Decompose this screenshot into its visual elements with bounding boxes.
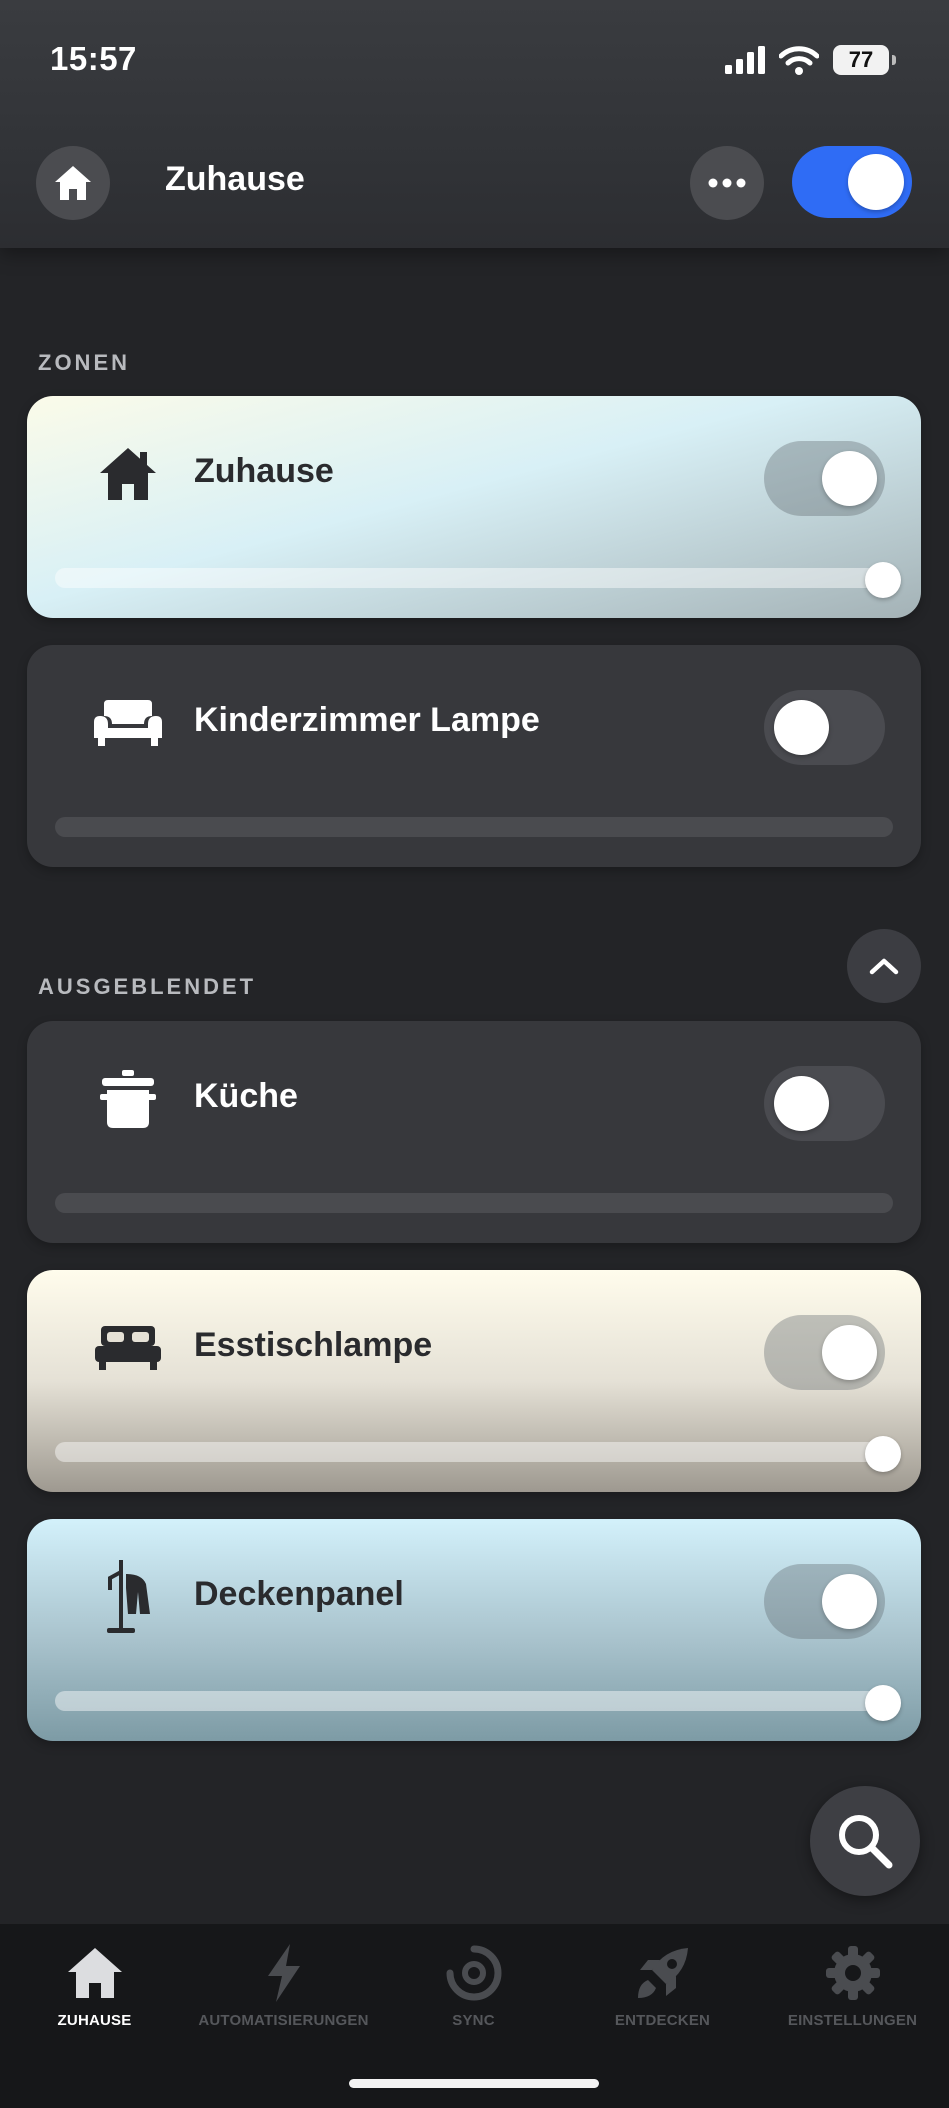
nav-label: ENTDECKEN [614, 2012, 711, 2029]
toggle-knob [822, 1574, 877, 1629]
card-name: Zuhause [194, 452, 334, 490]
header: 15:57 77 Zuhause [0, 0, 949, 248]
zone-card-zuhause[interactable]: Zuhause [27, 396, 921, 618]
chevron-up-icon [869, 958, 899, 975]
status-time: 15:57 [50, 40, 137, 77]
toggle-knob [774, 1076, 829, 1131]
brightness-slider[interactable] [55, 1442, 893, 1462]
brightness-slider[interactable] [55, 1193, 893, 1213]
master-toggle[interactable] [792, 146, 912, 218]
zone-card-kinderzimmer-lampe[interactable]: Kinderzimmer Lampe [27, 645, 921, 867]
search-icon [839, 1815, 893, 1869]
toggle-knob [848, 154, 904, 210]
nav-label: AUTOMATISIERUNGEN [198, 2012, 369, 2029]
home-indicator [349, 2079, 599, 2088]
gear-icon [825, 1946, 880, 2000]
cooking-pot-icon [100, 1070, 156, 1128]
brightness-slider-thumb[interactable] [865, 562, 901, 598]
toggle-knob [822, 451, 877, 506]
page-title: Zuhause [165, 160, 305, 198]
card-toggle[interactable] [764, 1564, 885, 1639]
home-icon [67, 1948, 122, 1998]
rocket-icon [637, 1948, 688, 1998]
lightning-icon [267, 1944, 300, 2002]
card-name: Küche [194, 1077, 298, 1115]
nav-item-einstellungen[interactable]: EINSTELLUNGEN [758, 1924, 947, 2054]
nav-item-entdecken[interactable]: ENTDECKEN [568, 1924, 757, 2054]
zone-card-esstischlampe[interactable]: Esstischlampe [27, 1270, 921, 1492]
card-toggle[interactable] [764, 441, 885, 516]
section-label-hidden: AUSGEBLENDET [38, 974, 257, 999]
collapse-section-button[interactable] [847, 929, 921, 1003]
nav-item-automatisierungen[interactable]: AUTOMATISIERUNGEN [189, 1924, 378, 2054]
section-label-zones: ZONEN [38, 350, 130, 375]
toggle-knob [774, 700, 829, 755]
brightness-slider[interactable] [55, 568, 893, 588]
status-icons: 77 [725, 42, 896, 78]
brightness-slider-thumb[interactable] [865, 1685, 901, 1721]
card-toggle[interactable] [764, 1315, 885, 1390]
ellipsis-icon [708, 178, 746, 188]
brightness-slider-thumb[interactable] [865, 1436, 901, 1472]
wifi-icon [779, 46, 819, 75]
house-icon [55, 166, 91, 200]
sync-icon [446, 1945, 501, 2001]
more-options-button[interactable] [690, 146, 764, 220]
nav-label: SYNC [452, 2012, 495, 2029]
coat-rack-icon [107, 1560, 150, 1633]
card-name: Kinderzimmer Lampe [194, 701, 540, 739]
house-icon [100, 448, 156, 500]
card-toggle[interactable] [764, 1066, 885, 1141]
zone-card-kueche[interactable]: Küche [27, 1021, 921, 1243]
brightness-slider[interactable] [55, 1691, 893, 1711]
nav-item-sync[interactable]: SYNC [379, 1924, 568, 2054]
home-button[interactable] [36, 146, 110, 220]
card-name: Deckenpanel [194, 1575, 404, 1613]
zone-card-deckenpanel[interactable]: Deckenpanel [27, 1519, 921, 1741]
bed-icon [95, 1326, 161, 1370]
battery-indicator: 77 [833, 45, 896, 75]
sofa-icon [94, 700, 162, 746]
nav-label: EINSTELLUNGEN [787, 2012, 918, 2029]
brightness-slider[interactable] [55, 817, 893, 837]
search-button[interactable] [810, 1786, 920, 1896]
nav-label: ZUHAUSE [57, 2012, 132, 2029]
nav-item-zuhause[interactable]: ZUHAUSE [0, 1924, 189, 2054]
card-name: Esstischlampe [194, 1326, 433, 1364]
toggle-knob [822, 1325, 877, 1380]
card-toggle[interactable] [764, 690, 885, 765]
cellular-signal-icon [725, 46, 765, 74]
